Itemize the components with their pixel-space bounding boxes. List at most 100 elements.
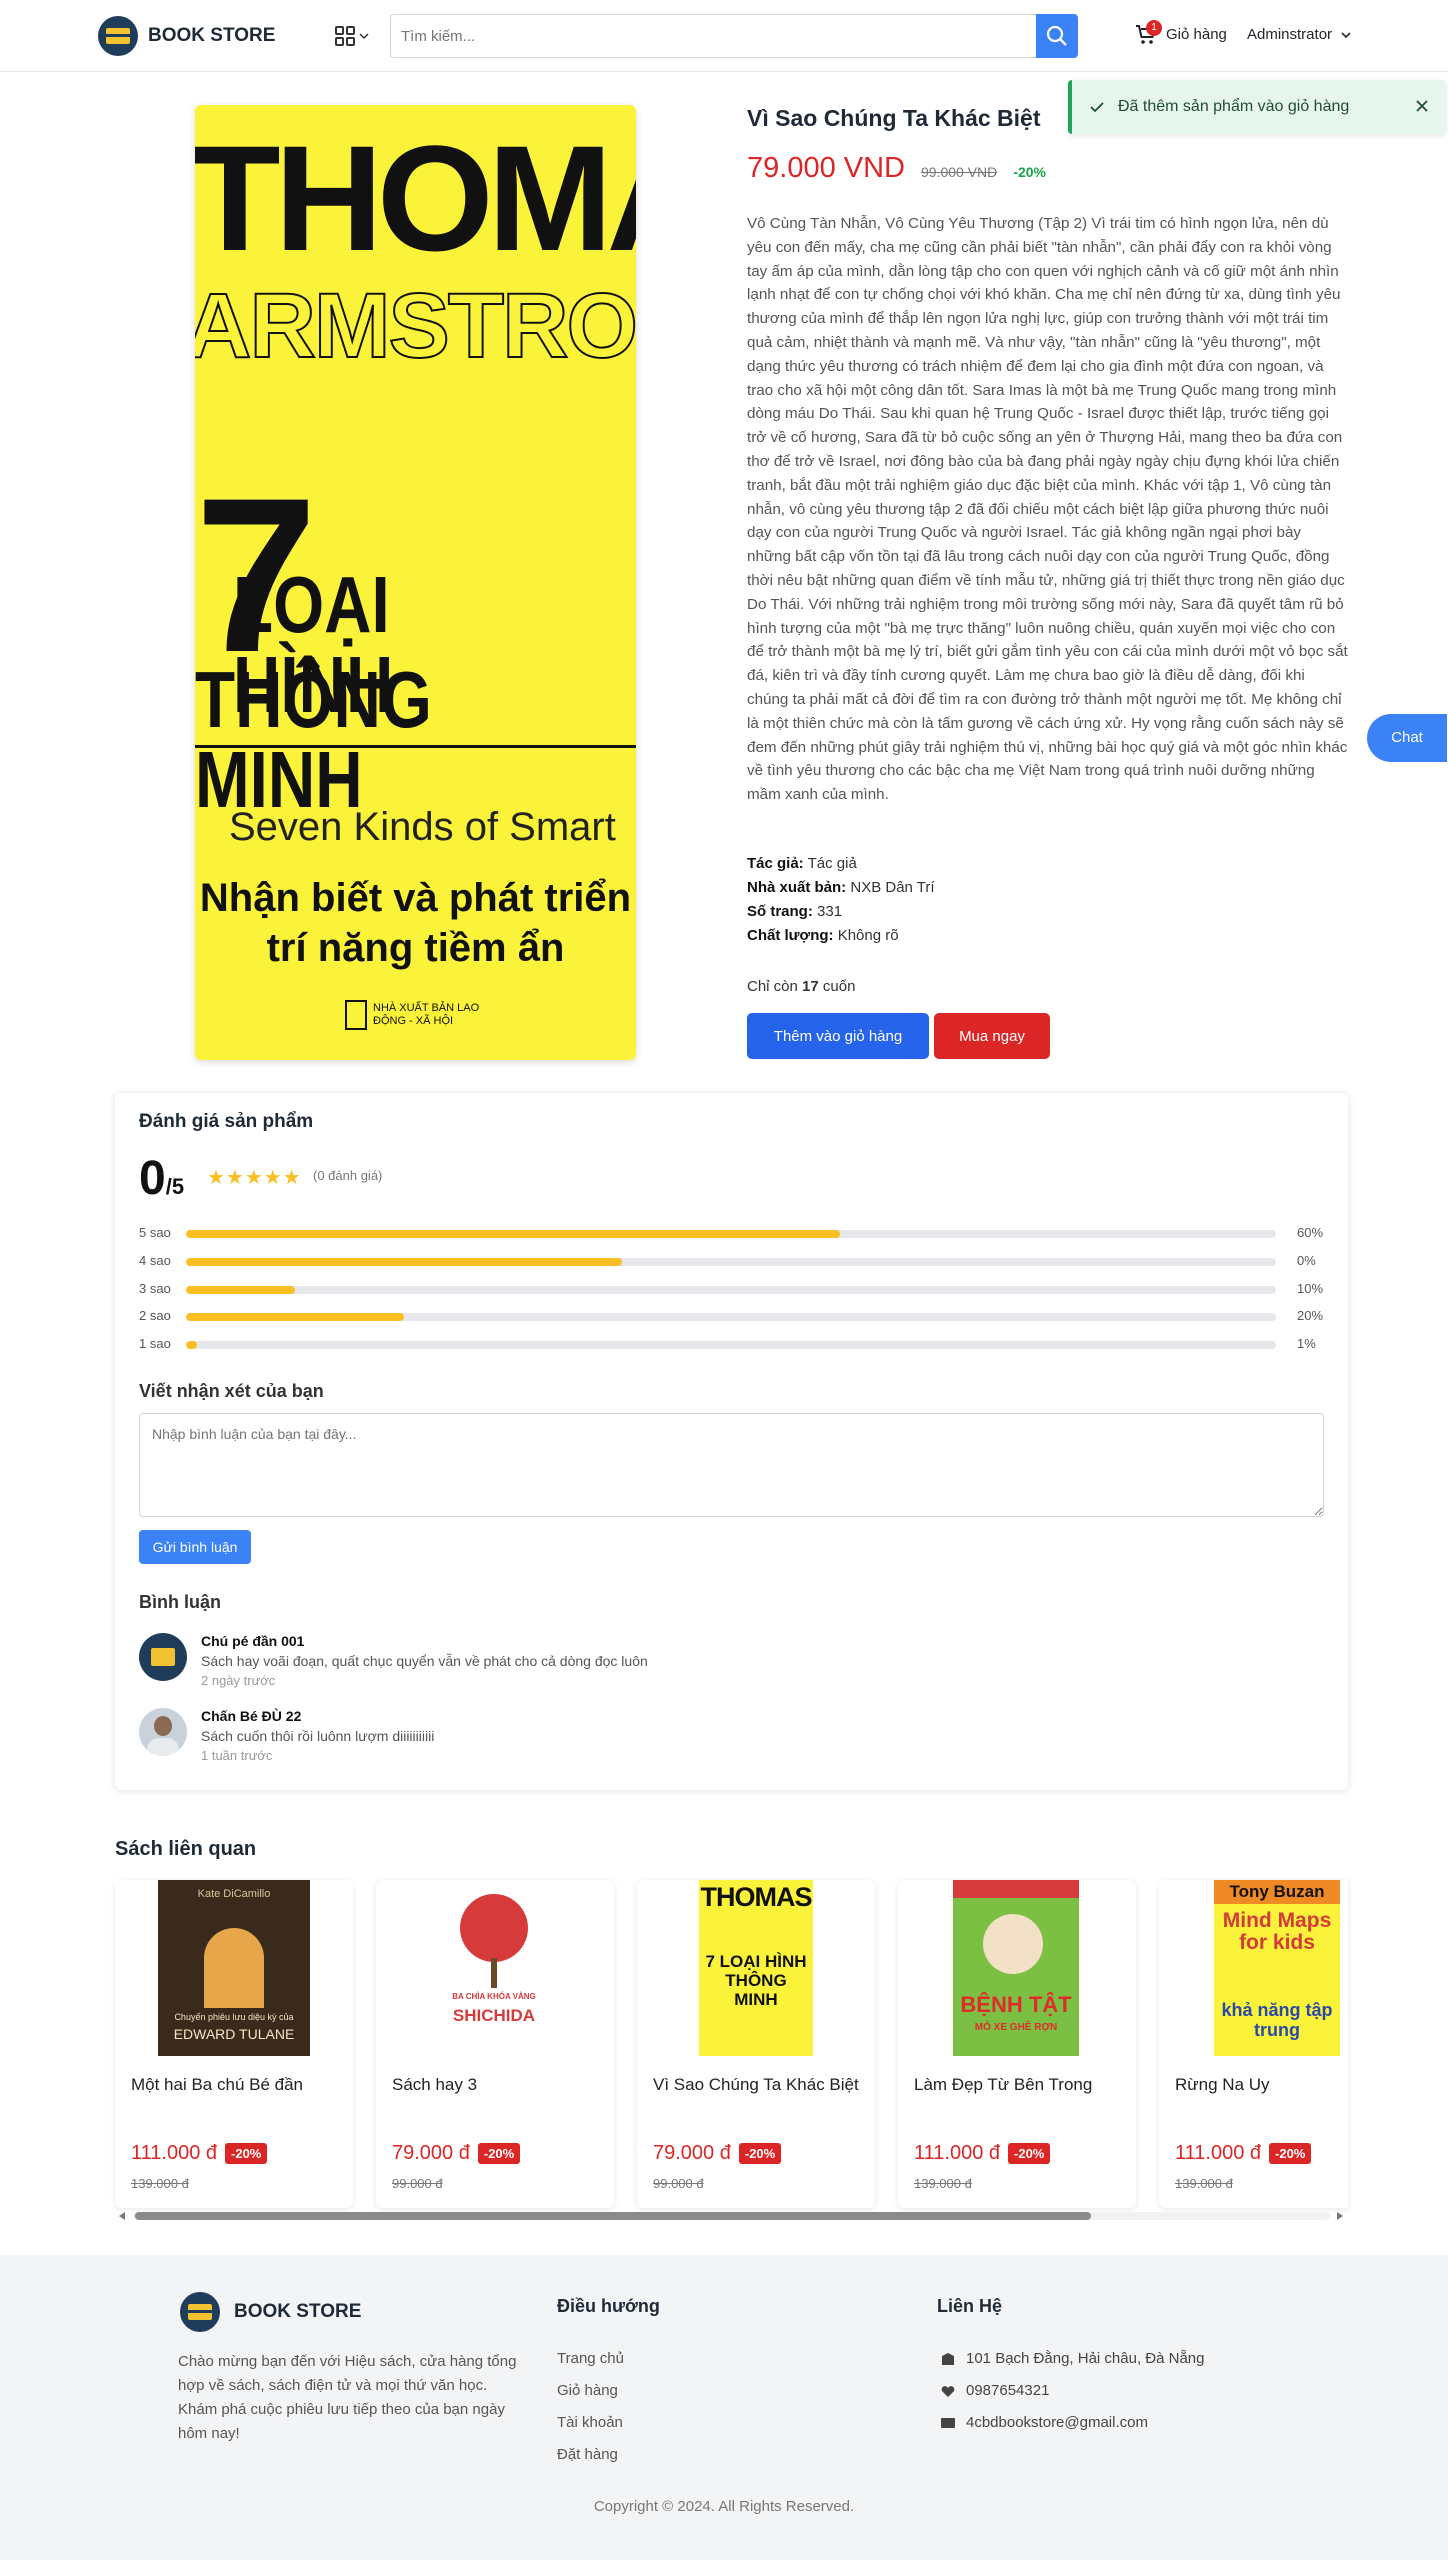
cover-author: THOMAS — [195, 114, 636, 282]
rating-bar-1: 1 sao 1% — [139, 1336, 1316, 1351]
rating-bar-fill — [186, 1341, 197, 1349]
book-thumbnail: Tony Buzan Mind Maps for kids khả năng t… — [1214, 1880, 1340, 2056]
comment-item: Chấn Bé ĐÙ 22 Sách cuốn thôi rồi luônn l… — [139, 1708, 939, 1768]
product-specs: Tác giả: Tác giả Nhà xuất bản: NXB Dân T… — [747, 852, 935, 948]
footer-brand[interactable]: BOOK STORE — [180, 2292, 361, 2332]
cover-title-2: THÔNG MINH — [195, 655, 432, 824]
related-horizontal-scrollbar[interactable] — [115, 2207, 1348, 2225]
footer-brand-name: BOOK STORE — [234, 2301, 362, 2322]
success-toast: Đã thêm sản phẩm vào giỏ hàng — [1068, 80, 1446, 134]
grid-icon — [335, 26, 355, 46]
search-button[interactable] — [1036, 14, 1078, 58]
rating-count: (0 đánh giá) — [313, 1168, 383, 1183]
product-cover-image: THOMAS ARMSTRONG 7 LOẠI HÌNH THÔNG MINH … — [195, 105, 636, 1060]
scroll-left-icon[interactable] — [117, 2211, 127, 2221]
user-menu[interactable]: Adminstrator — [1247, 26, 1352, 43]
reviews-title: Đánh giá sản phẩm — [139, 1111, 314, 1132]
spec-author: Tác giả: Tác giả — [747, 855, 857, 872]
rating-bar-fill — [186, 1258, 622, 1266]
cover-author-last: ARMSTRONG — [195, 275, 636, 377]
chevron-down-icon — [359, 33, 369, 40]
footer-contact-title: Liên Hệ — [937, 2296, 1003, 2316]
heart-icon — [941, 2385, 955, 2397]
search-input[interactable] — [391, 15, 1037, 57]
comment-time: 2 ngày trước — [201, 1673, 276, 1688]
discount-badge: -20% — [1269, 2143, 1312, 2164]
rating-bar-fill — [186, 1230, 840, 1238]
book-price: 111.000 đ -20% — [131, 2142, 268, 2165]
close-icon[interactable] — [1412, 96, 1432, 116]
cover-subtitle-2: trí năng tiềm ẩn — [266, 926, 565, 970]
book-thumbnail: BA CHÌA KHÓA VÀNG SHICHIDA — [436, 1880, 552, 2056]
footer-about: Chào mừng bạn đến với Hiệu sách, cửa hàn… — [178, 2353, 517, 2442]
scrollbar-thumb[interactable] — [135, 2212, 1091, 2220]
related-book-card[interactable]: THOMAS 7 LOẠI HÌNH THÔNG MINH Vì Sao Chú… — [637, 1880, 875, 2208]
buy-now-button[interactable]: Mua ngay — [934, 1013, 1050, 1059]
current-price: 79.000 VND — [747, 152, 905, 184]
cover-subtitle: Nhận biết và phát triển trí năng tiềm ẩn — [195, 873, 636, 973]
cart-icon-wrap: 1 — [1134, 20, 1162, 46]
old-price: 99.000 VND — [921, 164, 998, 180]
related-book-card[interactable]: BA CHÌA KHÓA VÀNG SHICHIDA Sách hay 3 79… — [376, 1880, 614, 2208]
book-price: 111.000 đ -20% — [1175, 2142, 1312, 2165]
book-price: 79.000 đ -20% — [653, 2142, 782, 2165]
footer-link-home[interactable]: Trang chủ — [557, 2350, 624, 2367]
cover-publisher: NHÀ XUẤT BẢN LAO ĐỘNG - XÃ HỘI — [345, 1000, 483, 1030]
footer-link-cart[interactable]: Giỏ hàng — [557, 2382, 618, 2399]
chat-button[interactable]: Chat — [1367, 714, 1447, 762]
rating-value: 0 — [139, 1152, 166, 1205]
book-name: Một hai Ba chú Bé đần — [131, 2075, 304, 2094]
footer-link-orders[interactable]: Đặt hàng — [557, 2446, 618, 2463]
book-name: Làm Đẹp Từ Bên Trong — [914, 2075, 1093, 2094]
discount-badge: -20% — [477, 2143, 521, 2164]
rating-bar-fill — [186, 1286, 295, 1294]
book-old-price: 139.000 đ — [1175, 2176, 1233, 2191]
spec-quality: Chất lượng: Không rõ — [747, 927, 899, 944]
book-name: Vì Sao Chúng Ta Khác Biệt — [653, 2075, 859, 2094]
footer-phone: 0987654321 — [940, 2382, 1049, 2399]
search-icon — [1046, 25, 1067, 46]
comment-text: Sách cuốn thôi rồi luônn lượm diiiiiiiii… — [201, 1728, 435, 1744]
book-thumbnail: BỆNH TẬT MỎ XE GHÊ RỢN — [953, 1880, 1079, 2056]
cover-subtitle-1: Nhận biết và phát triển — [199, 876, 632, 920]
rating-bar-5: 5 sao 60% — [139, 1225, 1324, 1240]
site-footer: BOOK STORE Chào mừng bạn đến với Hiệu sá… — [0, 2255, 1448, 2560]
cart-count-badge: 1 — [1146, 20, 1162, 36]
footer-email: 4cbdbookstore@gmail.com — [940, 2414, 1148, 2431]
review-textarea[interactable] — [139, 1413, 1324, 1517]
avatar — [139, 1633, 187, 1681]
cart-link[interactable]: 1 Giỏ hàng — [1134, 20, 1227, 46]
discount-badge: -20% — [225, 2143, 268, 2164]
search-box — [390, 14, 1038, 58]
spec-publisher: Nhà xuất bản: NXB Dân Trí — [747, 879, 935, 896]
rating-bar-3: 3 sao 10% — [139, 1281, 1324, 1296]
comment-text: Sách hay voãi đoạn, quất chục quyển vẫn … — [201, 1653, 648, 1669]
brand-logo[interactable]: BOOK STORE — [98, 16, 275, 56]
publisher-logo-icon — [345, 1000, 367, 1030]
cover-english-title: Seven Kinds of Smart — [229, 805, 616, 849]
book-price: 111.000 đ -20% — [914, 2142, 1051, 2165]
book-thumbnail: THOMAS 7 LOẠI HÌNH THÔNG MINH — [699, 1880, 813, 2056]
write-review-title: Viết nhận xét của bạn — [139, 1381, 324, 1401]
category-menu-button[interactable] — [333, 22, 373, 50]
related-book-card[interactable]: BỆNH TẬT MỎ XE GHÊ RỢN Làm Đẹp Từ Bên Tr… — [898, 1880, 1136, 2208]
scroll-right-icon[interactable] — [1335, 2211, 1345, 2221]
copyright: Copyright © 2024. All Rights Reserved. — [593, 2498, 855, 2515]
comment-author: Chú pé đần 001 — [201, 1633, 305, 1649]
envelope-icon — [941, 2417, 955, 2428]
book-old-price: 99.000 đ — [653, 2176, 704, 2191]
footer-nav-title: Điều hướng — [557, 2296, 660, 2316]
logo-icon — [98, 16, 138, 56]
discount-percent: -20% — [1013, 164, 1046, 180]
chevron-down-icon — [1341, 31, 1351, 38]
add-to-cart-button[interactable]: Thêm vào giỏ hàng — [747, 1013, 929, 1059]
check-icon — [1090, 102, 1104, 113]
top-navbar: BOOK STORE 1 Giỏ hàng Adminstrator — [0, 0, 1448, 72]
submit-review-button[interactable]: Gửi bình luận — [139, 1530, 251, 1564]
related-book-card[interactable]: Kate DiCamillo Chuyến phiêu lưu diệu kỳ … — [115, 1880, 353, 2208]
discount-badge: -20% — [738, 2143, 782, 2164]
cover-publisher-text: NHÀ XUẤT BẢN LAO ĐỘNG - XÃ HỘI — [373, 1002, 480, 1027]
comment-item: Chú pé đần 001 Sách hay voãi đoạn, quất … — [139, 1633, 939, 1693]
footer-link-account[interactable]: Tài khoản — [557, 2414, 623, 2431]
related-book-card[interactable]: Tony Buzan Mind Maps for kids khả năng t… — [1159, 1880, 1348, 2208]
